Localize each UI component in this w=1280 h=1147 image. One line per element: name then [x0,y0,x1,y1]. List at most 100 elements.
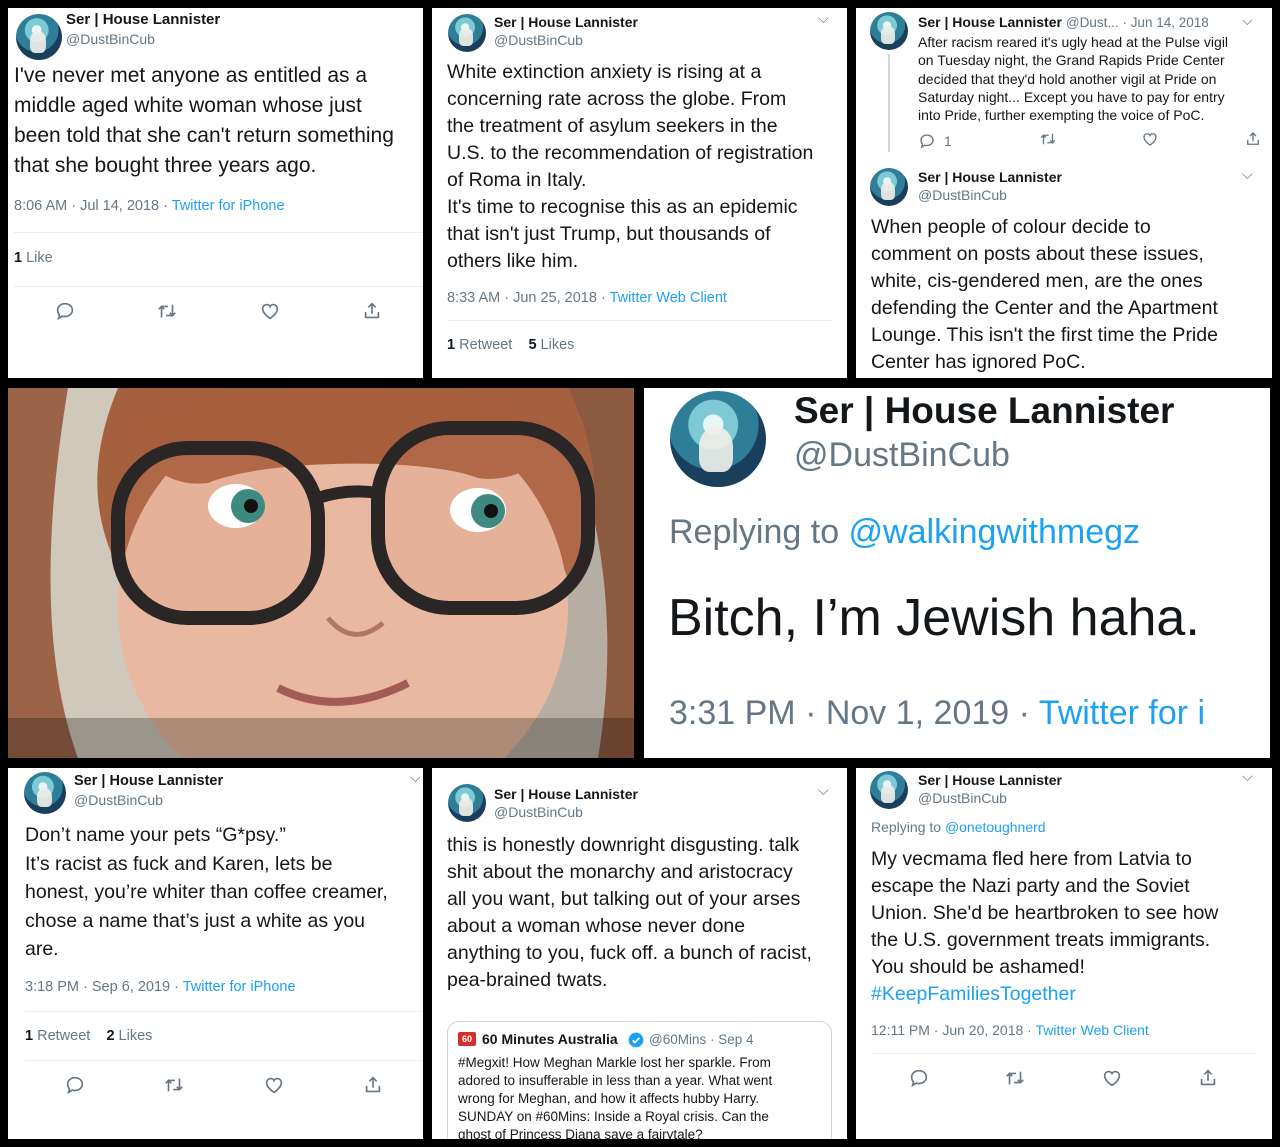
likes-count: 1 [14,250,23,266]
author-handle[interactable]: @DustBinCub [918,187,1007,203]
retweets-count[interactable]: 1 [25,1028,33,1044]
avatar[interactable] [870,12,908,50]
like-icon[interactable] [1101,1067,1123,1089]
share-icon[interactable] [361,300,383,322]
avatar[interactable] [870,771,908,809]
chevron-down-icon[interactable]: ⌵ [818,782,829,799]
engagement-stats: 1 Retweet 2 Likes [25,1028,152,1044]
like-icon[interactable] [259,300,281,322]
likes-count[interactable]: 2 [106,1028,114,1044]
reply-icon[interactable] [54,300,76,322]
author-handle[interactable]: @DustBinCub [794,436,1010,475]
replying-label: Replying to [669,513,849,551]
tweet-card-white-extinction: Ser | House Lannister @DustBinCub ⌵ Whit… [432,8,847,378]
retweet-icon[interactable] [1039,130,1061,152]
avatar[interactable] [670,391,766,487]
tweet-text: White extinction anxiety is rising at a … [447,61,814,272]
like-icon[interactable] [1141,130,1163,152]
tweet-text: Bitch, I’m Jewish haha. [668,589,1200,647]
quoted-handle-date: @60Mins · Sep 4 [649,1032,754,1047]
tweet-timestamp: 3:18 PM · Sep 6, 2019 · Twitter for iPho… [25,979,296,995]
source-client-link[interactable]: Twitter for iPhone [172,198,285,214]
author-name[interactable]: Ser | House Lannister [66,11,220,28]
reply-target-link[interactable]: @onetoughnerd [945,819,1046,835]
source-client-link[interactable]: Twitter Web Client [1035,1022,1148,1038]
avatar[interactable] [448,14,486,52]
author-name[interactable]: Ser | House Lannister [918,772,1062,788]
likes-label[interactable]: Likes [537,337,575,353]
chevron-down-icon[interactable]: ⌵ [1242,12,1253,29]
author-handle[interactable]: @DustBinCub [918,790,1007,806]
action-bar: 1 [918,130,1272,152]
like-icon[interactable] [263,1074,285,1096]
reply-icon [920,134,934,149]
likes-count[interactable]: 5 [528,337,536,353]
author-name[interactable]: Ser | House Lannister [794,390,1174,432]
tweet-timestamp: 8:06 AM · Jul 14, 2018 · Twitter for iPh… [14,198,285,214]
retweets-label[interactable]: Retweet [455,337,512,353]
author-handle: @Dust... [1065,15,1119,30]
author-name[interactable]: Ser | House Lannister [74,773,223,789]
reply-action[interactable]: 1 [918,130,958,152]
quoted-tweet[interactable]: 60 60 Minutes Australia @60Mins · Sep 4 … [447,1021,832,1139]
time-date[interactable]: 3:31 PM · Nov 1, 2019 · [669,694,1039,732]
retweets-label[interactable]: Retweet [33,1028,90,1044]
time-date[interactable]: 8:33 AM · Jun 25, 2018 · [447,290,610,306]
divider [14,232,423,233]
tweet-timestamp: 3:31 PM · Nov 1, 2019 · Twitter for i [669,694,1205,733]
author-name[interactable]: Ser | House Lannister [918,169,1062,185]
time-date[interactable]: 8:06 AM · Jul 14, 2018 · [14,198,172,214]
chevron-down-icon[interactable]: ⌵ [1242,768,1253,785]
likes-label: Like [22,250,53,266]
author-handle[interactable]: @DustBinCub [494,804,583,820]
hashtag-link[interactable]: #KeepFamiliesTogether [871,981,1076,1008]
tweet-text: After racism reared it's ugly head at th… [918,34,1229,124]
avatar[interactable] [16,14,62,60]
likes-label[interactable]: Likes [115,1028,153,1044]
likes-stat[interactable]: 1 Like [14,250,53,266]
engagement-stats: 1 Retweet 5 Likes [447,337,574,353]
divider [25,1011,423,1012]
thread-line [888,54,890,152]
retweet-icon[interactable] [1004,1067,1026,1089]
time-date[interactable]: 12:11 PM · Jun 20, 2018 · [871,1022,1035,1038]
tweet-date: · Jun 14, 2018 [1122,15,1209,30]
retweets-count[interactable]: 1 [447,337,455,353]
author-name[interactable]: Ser | House Lannister @Dust... · Jun 14,… [918,14,1209,30]
retweet-icon[interactable] [163,1074,185,1096]
reply-icon[interactable] [908,1067,930,1089]
author-name[interactable]: Ser | House Lannister [494,786,638,802]
action-bar [25,1072,423,1098]
tweet-card-entitled: Ser | House Lannister @DustBinCub I've n… [8,8,423,378]
reply-target-link[interactable]: @walkingwithmegz [849,513,1141,551]
source-client-link[interactable]: Twitter for i [1039,694,1205,732]
time-date[interactable]: 3:18 PM · Sep 6, 2019 · [25,979,183,995]
author-handle[interactable]: @DustBinCub [74,792,163,808]
chevron-down-icon[interactable]: ⌵ [1242,166,1253,183]
replying-to: Replying to @onetoughnerd [871,819,1046,835]
chevron-down-icon[interactable]: ⌵ [410,769,421,786]
author-name[interactable]: Ser | House Lannister [494,14,638,30]
author-handle[interactable]: @DustBinCub [494,32,583,48]
reply-count: 1 [944,133,952,149]
share-icon[interactable] [362,1074,384,1096]
author-handle[interactable]: @DustBinCub [66,31,155,47]
avatar[interactable] [24,772,66,814]
tweet-card-pets: Ser | House Lannister @DustBinCub ⌵ Don’… [8,768,423,1139]
chevron-down-icon[interactable]: ⌵ [818,10,829,27]
tweet-text: this is honestly downright disgusting. t… [447,834,812,991]
source-client-link[interactable]: Twitter for iPhone [183,979,296,995]
replying-label: Replying to [871,819,945,835]
retweet-icon[interactable] [156,300,178,322]
divider [871,1053,1256,1054]
share-icon[interactable] [1244,130,1266,152]
avatar[interactable] [448,784,486,822]
source-client-link[interactable]: Twitter Web Client [610,290,727,306]
verified-badge-icon [628,1032,644,1048]
share-icon[interactable] [1197,1067,1219,1089]
divider [14,286,423,287]
tweet-card-latvia: Ser | House Lannister @DustBinCub ⌵ Repl… [856,768,1272,1139]
reply-icon[interactable] [64,1074,86,1096]
avatar[interactable] [870,168,908,206]
tweet-text: My vecmama fled here from Latvia to esca… [871,848,1219,978]
